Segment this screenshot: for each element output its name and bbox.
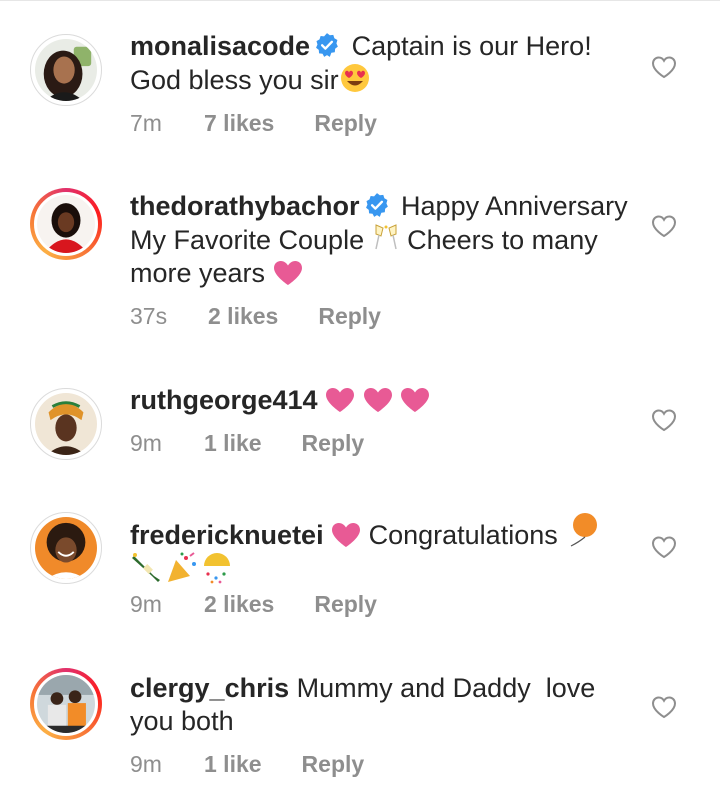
comment-body-line2: you both <box>130 706 234 736</box>
champagne-bottle-emoji-icon <box>130 552 164 584</box>
comment-text: monalisacode Captain is our Hero! God bl… <box>130 30 640 97</box>
balloon-emoji-icon <box>565 512 599 548</box>
comment-time: 9m <box>130 591 162 617</box>
like-heart-icon[interactable] <box>651 55 677 79</box>
like-heart-icon[interactable] <box>651 408 677 432</box>
comment-body-line3: more years <box>130 258 266 288</box>
pink-heart-emoji-icon <box>400 387 430 413</box>
verified-badge-icon <box>364 192 390 218</box>
comment-body-line1: Happy Anniversary <box>401 191 628 221</box>
avatar[interactable] <box>30 668 102 740</box>
comment-text: thedorathybachor Happy Anniversary My Fa… <box>130 190 640 290</box>
comment-text: ruthgeorge414 <box>130 384 640 417</box>
comment-time: 37s <box>130 303 168 329</box>
avatar[interactable] <box>30 512 102 584</box>
reply-button[interactable]: Reply <box>318 303 381 330</box>
comment-time: 9m <box>130 430 162 456</box>
likes-count[interactable]: 1 like <box>204 751 262 778</box>
avatar[interactable] <box>30 34 102 106</box>
pink-heart-emoji-icon <box>273 260 303 286</box>
comment-time: 9m <box>130 751 162 777</box>
reply-button[interactable]: Reply <box>314 110 377 137</box>
comment-text: fredericknuetei Congratulations <box>130 512 640 588</box>
comment-text: clergy_chris Mummy and Daddy love you bo… <box>130 672 640 738</box>
comment-meta: 9m 2 likes Reply <box>130 591 377 618</box>
username[interactable]: fredericknuetei <box>130 520 324 550</box>
likes-count[interactable]: 1 like <box>204 430 262 457</box>
avatar[interactable] <box>30 188 102 260</box>
pink-heart-emoji-icon <box>325 387 355 413</box>
heart-eyes-emoji-icon <box>339 63 371 93</box>
top-divider <box>0 0 720 1</box>
like-heart-icon[interactable] <box>651 695 677 719</box>
username[interactable]: ruthgeorge414 <box>130 385 318 415</box>
party-popper-emoji-icon <box>164 552 200 584</box>
like-heart-icon[interactable] <box>651 535 677 559</box>
likes-count[interactable]: 2 likes <box>208 303 278 330</box>
reply-button[interactable]: Reply <box>302 751 365 778</box>
likes-count[interactable]: 7 likes <box>204 110 274 137</box>
pink-heart-emoji-icon <box>363 387 393 413</box>
comment-meta: 9m 1 like Reply <box>130 430 364 457</box>
comment-body-line2: My Favorite Couple <box>130 225 365 255</box>
comment-meta: 7m 7 likes Reply <box>130 110 377 137</box>
comment-body-line2b: Cheers to many <box>407 225 598 255</box>
username[interactable]: monalisacode <box>130 31 310 61</box>
avatar[interactable] <box>30 388 102 460</box>
comment-meta: 37s 2 likes Reply <box>130 303 381 330</box>
comment-time: 7m <box>130 110 162 136</box>
confetti-ball-emoji-icon <box>200 552 234 584</box>
comment-body-line1: Mummy and Daddy love <box>296 673 596 703</box>
champagne-glasses-emoji-icon <box>372 223 400 253</box>
like-heart-icon[interactable] <box>651 214 677 238</box>
username[interactable]: clergy_chris <box>130 673 289 703</box>
comment-meta: 9m 1 like Reply <box>130 751 364 778</box>
verified-badge-icon <box>314 32 340 58</box>
reply-button[interactable]: Reply <box>314 591 377 618</box>
reply-button[interactable]: Reply <box>302 430 365 457</box>
comment-body: Congratulations <box>368 520 558 550</box>
pink-heart-emoji-icon <box>331 522 361 548</box>
likes-count[interactable]: 2 likes <box>204 591 274 618</box>
username[interactable]: thedorathybachor <box>130 191 360 221</box>
